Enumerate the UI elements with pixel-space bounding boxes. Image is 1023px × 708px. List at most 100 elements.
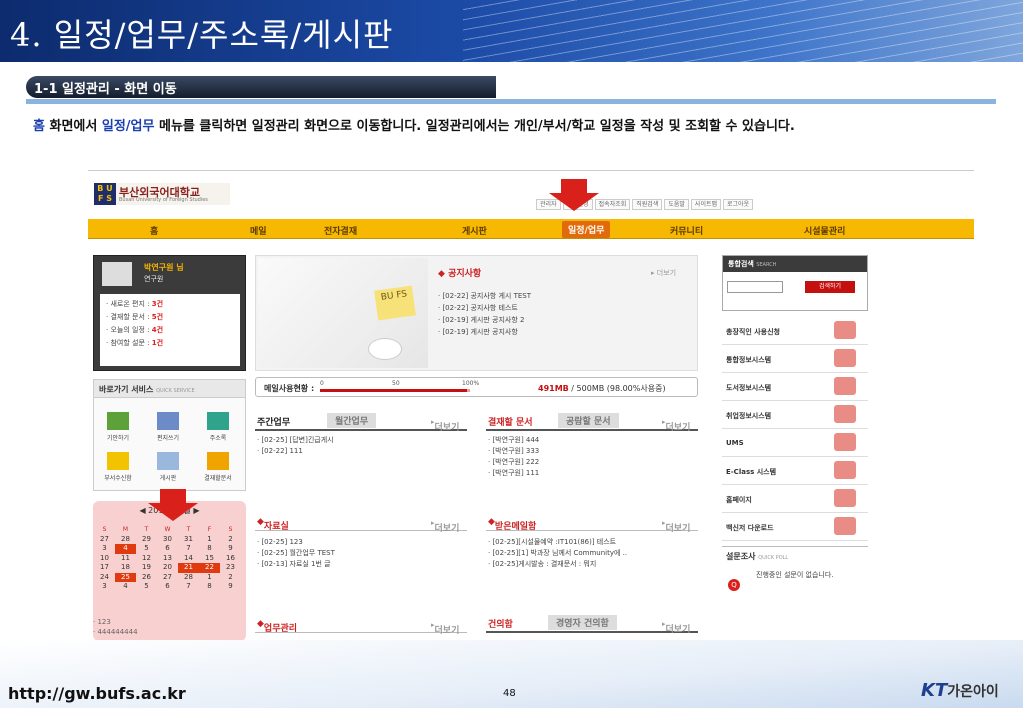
- tab-weekly[interactable]: 주간업무: [257, 415, 290, 428]
- tab-suggest[interactable]: 건의함: [488, 617, 513, 630]
- approval-more[interactable]: ▸ 더보기: [662, 418, 690, 433]
- calendar-day[interactable]: 22: [199, 563, 220, 573]
- summary-item[interactable]: · 결재할 문서 : 5건: [106, 311, 234, 324]
- calendar-day[interactable]: 6: [157, 544, 178, 554]
- quick-approve[interactable]: 결재할문서: [198, 452, 238, 482]
- link-library[interactable]: 도서정보시스템: [722, 373, 868, 401]
- quick-address[interactable]: 주소록: [198, 412, 238, 442]
- calendar-day[interactable]: 18: [115, 563, 136, 573]
- calendar-day[interactable]: 26: [136, 573, 157, 583]
- calendar-day[interactable]: 25: [115, 572, 136, 582]
- calendar-day[interactable]: 20: [157, 563, 178, 573]
- calendar-day[interactable]: 6: [157, 582, 178, 592]
- calendar-day[interactable]: 13: [157, 554, 178, 564]
- calendar-day[interactable]: 15: [199, 554, 220, 564]
- nav-community[interactable]: 커뮤니티: [670, 224, 703, 237]
- calendar-day[interactable]: 11: [115, 554, 136, 564]
- toplink-visitors[interactable]: 접속자조회: [594, 199, 631, 210]
- inbox-more[interactable]: ▸ 더보기: [662, 519, 690, 534]
- list-item[interactable]: · [02-25][1] 박과장 님께서 Community에 ..: [488, 548, 627, 559]
- summary-item[interactable]: · 새로온 편지 : 3건: [106, 298, 234, 311]
- list-item[interactable]: · [박연구원] 111: [488, 468, 539, 479]
- summary-item[interactable]: · 참여할 설문 : 1건: [106, 337, 234, 350]
- quick-write-mail[interactable]: 편지쓰기: [148, 412, 188, 442]
- list-item[interactable]: · [02-25] 123: [257, 537, 335, 548]
- calendar-day[interactable]: 19: [136, 563, 157, 573]
- data-room-more[interactable]: ▸ 더보기: [431, 519, 459, 534]
- tab-ceo-suggest[interactable]: 경영자 건의함: [548, 615, 617, 630]
- list-item[interactable]: · [02-22] 111: [257, 446, 334, 457]
- list-item[interactable]: · [02-25] 월간업무 TEST: [257, 548, 335, 559]
- nav-board[interactable]: 게시판: [462, 224, 487, 237]
- calendar-day[interactable]: 4: [115, 544, 136, 554]
- calendar-day[interactable]: 1: [199, 573, 220, 583]
- calendar-day[interactable]: 27: [94, 535, 115, 545]
- task-more[interactable]: ▸ 더보기: [431, 621, 459, 636]
- list-item[interactable]: · [02-22] 공지사항 게시 TEST: [438, 290, 531, 302]
- calendar-day[interactable]: 28: [178, 573, 199, 583]
- calendar-day[interactable]: 5: [136, 582, 157, 592]
- calendar-day[interactable]: 4: [115, 582, 136, 592]
- calendar-day[interactable]: 24: [94, 573, 115, 583]
- tab-approve[interactable]: 결재할 문서: [488, 415, 533, 428]
- list-item[interactable]: · [02-25]게시발송 : 결재문서 : 뭐지: [488, 559, 627, 570]
- nav-approval[interactable]: 전자결재: [324, 224, 357, 237]
- calendar-day[interactable]: 2: [220, 535, 241, 545]
- calendar-day[interactable]: 27: [157, 573, 178, 583]
- list-item[interactable]: · [박연구원] 444: [488, 435, 539, 446]
- quick-draft[interactable]: 기안하기: [98, 412, 138, 442]
- link-eclass[interactable]: E-Class 시스템: [722, 457, 868, 485]
- quick-inbox[interactable]: 부서수신함: [98, 452, 138, 482]
- calendar-day[interactable]: 16: [220, 554, 241, 564]
- toplink-sitemap[interactable]: 사이트맵: [690, 199, 722, 210]
- calendar-day[interactable]: 28: [115, 535, 136, 545]
- link-info-system[interactable]: 통합정보시스템: [722, 345, 868, 373]
- calendar-day[interactable]: 3: [94, 544, 115, 554]
- calendar-day[interactable]: 7: [178, 544, 199, 554]
- calendar-day[interactable]: 3: [94, 582, 115, 592]
- link-homepage[interactable]: 홈페이지: [722, 485, 868, 513]
- nav-facility[interactable]: 시설물관리: [804, 224, 845, 237]
- list-item[interactable]: · [02-25] [답변]긴급게시: [257, 435, 334, 446]
- toplink-staff[interactable]: 직원검색: [632, 199, 663, 210]
- search-input[interactable]: [727, 281, 783, 293]
- university-logo[interactable]: B U F S 부산외국어대학교 Busan University of For…: [94, 183, 230, 205]
- tab-monthly[interactable]: 월간업무: [327, 413, 377, 428]
- suggest-more[interactable]: ▸ 더보기: [662, 620, 690, 635]
- weekly-more[interactable]: ▸ 더보기: [431, 418, 459, 433]
- toplink-help[interactable]: 도움말: [664, 199, 689, 210]
- calendar-day[interactable]: 2: [220, 573, 241, 583]
- list-item[interactable]: · [02-19] 게시판 공지사항: [438, 326, 531, 338]
- nav-mail[interactable]: 메일: [250, 224, 267, 237]
- list-item[interactable]: · [02-22] 공지사항 테스트: [438, 302, 531, 314]
- calendar-day[interactable]: 9: [220, 544, 241, 554]
- list-item[interactable]: · [02-19] 게시판 공지사항 2: [438, 314, 531, 326]
- quick-board[interactable]: 게시판: [148, 452, 188, 482]
- link-seal-request[interactable]: 총장직인 사용신청: [722, 317, 868, 345]
- calendar-day[interactable]: 5: [136, 544, 157, 554]
- toplink-logout[interactable]: 로그아웃: [723, 199, 754, 210]
- summary-item[interactable]: · 오늘의 일정 : 4건: [106, 324, 234, 337]
- notice-more-link[interactable]: ▸ 더보기: [651, 268, 676, 278]
- tab-review[interactable]: 공람할 문서: [558, 413, 619, 428]
- calendar-day[interactable]: 10: [94, 554, 115, 564]
- calendar-day[interactable]: 12: [136, 554, 157, 564]
- calendar-day[interactable]: 21: [178, 563, 199, 573]
- nav-home[interactable]: 홈: [150, 224, 158, 237]
- nav-schedule[interactable]: 일정/업무: [562, 221, 611, 238]
- list-item[interactable]: · [02-13] 자료실 1번 글: [257, 559, 335, 570]
- calendar-day[interactable]: 8: [199, 544, 220, 554]
- calendar-day[interactable]: 30: [157, 535, 178, 545]
- calendar-day[interactable]: 14: [178, 554, 199, 564]
- list-item[interactable]: · [02-25][시설물예약 :IT101(86)] 테스트: [488, 537, 627, 548]
- link-jobs[interactable]: 취업정보시스템: [722, 401, 868, 429]
- calendar-day[interactable]: 31: [178, 535, 199, 545]
- search-button[interactable]: 검색하기: [805, 281, 855, 293]
- calendar-day[interactable]: 17: [94, 563, 115, 573]
- calendar-day[interactable]: 29: [136, 535, 157, 545]
- calendar-day[interactable]: 1: [199, 535, 220, 545]
- link-ums[interactable]: UMS: [722, 429, 868, 457]
- link-vaccine[interactable]: 백신저 다운로드: [722, 513, 868, 541]
- calendar-day[interactable]: 7: [178, 582, 199, 592]
- calendar-day[interactable]: 8: [199, 582, 220, 592]
